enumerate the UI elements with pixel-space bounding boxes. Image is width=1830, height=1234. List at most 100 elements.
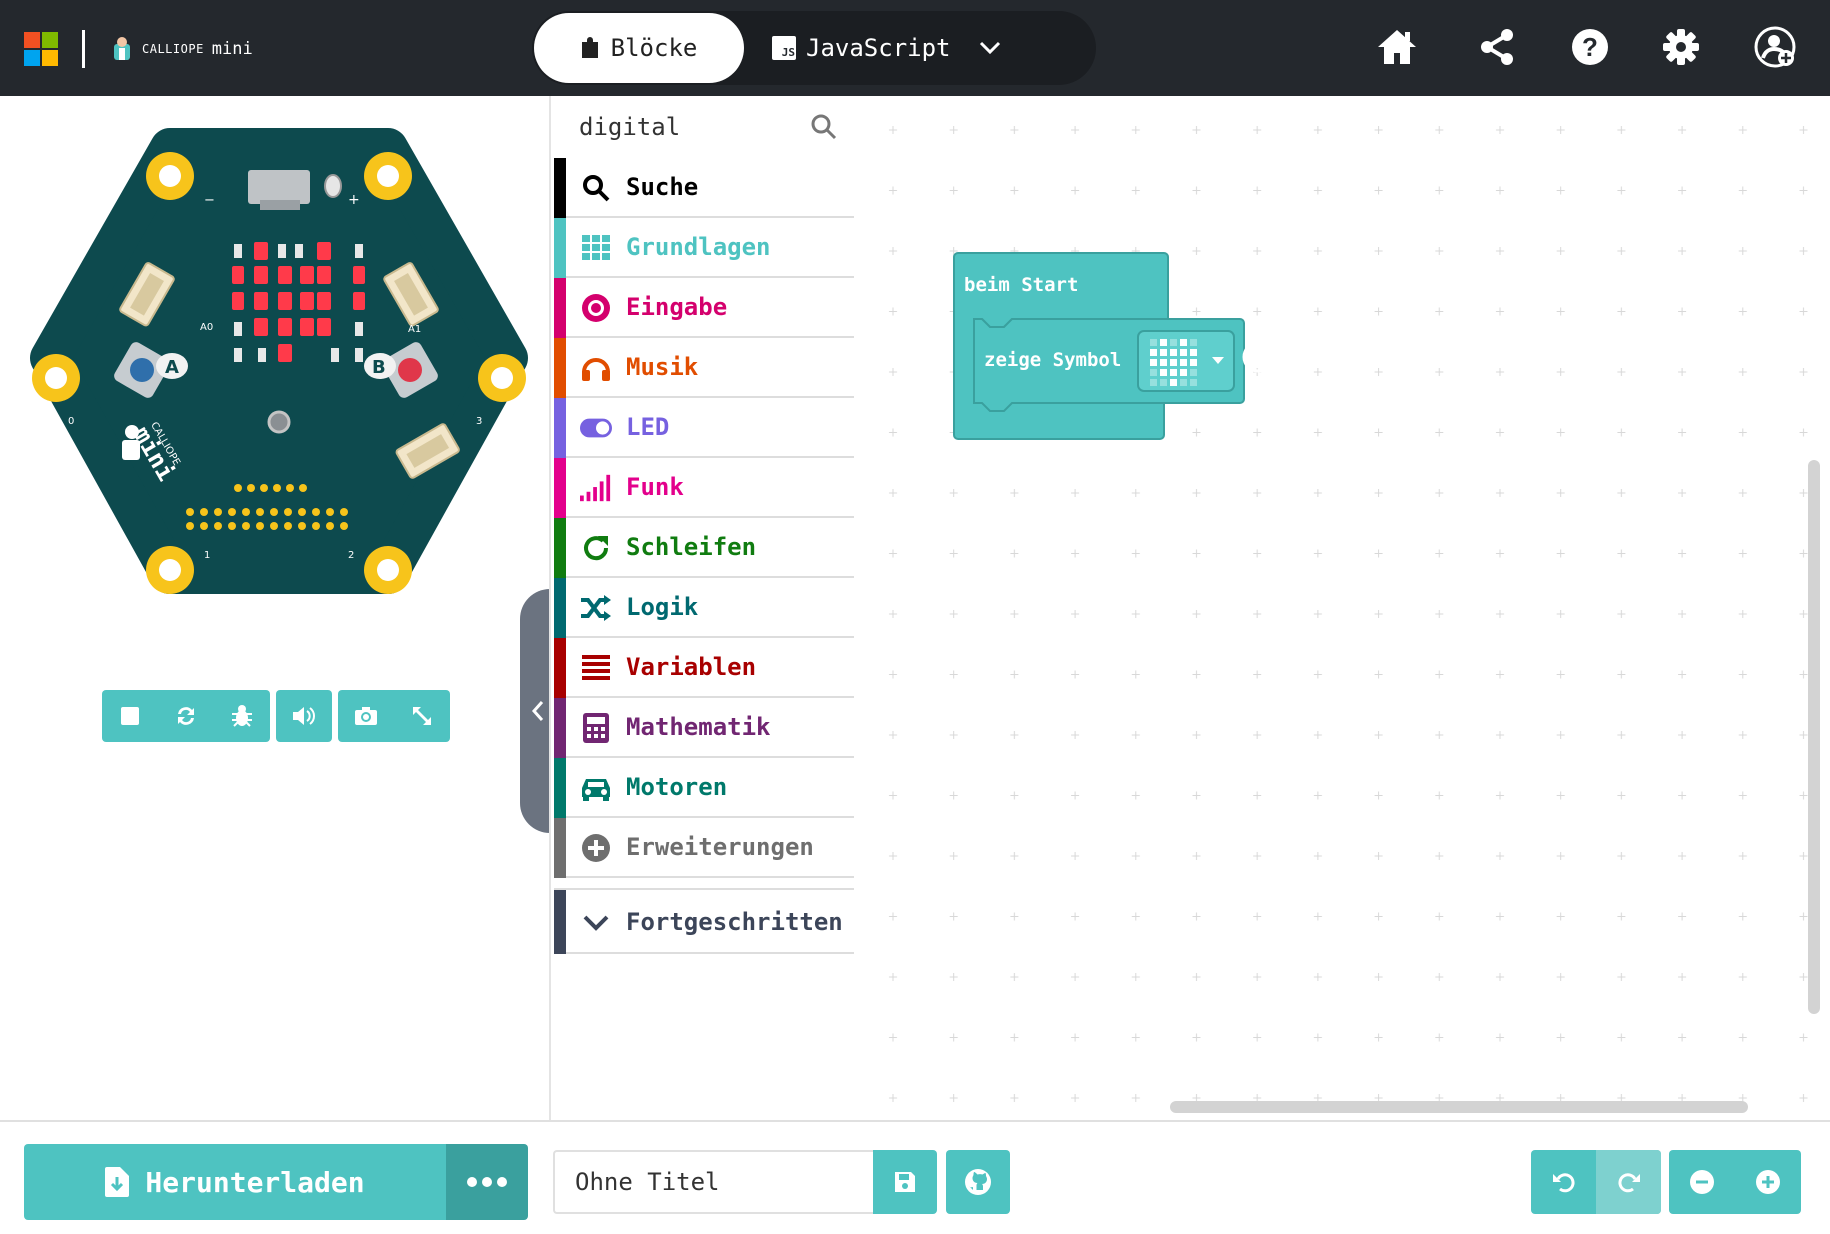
category-mathematik[interactable]: Mathematik [554,698,854,758]
redo-icon[interactable] [1596,1150,1661,1214]
category-label: Motoren [626,773,728,801]
toolbox: digital Suche Grundlagen Eingabe Musik L… [549,96,855,1122]
save-button[interactable] [873,1150,937,1214]
toolbox-search[interactable]: digital [551,96,855,158]
target-icon [580,292,612,324]
more-options-button[interactable] [446,1144,528,1220]
category-funk[interactable]: Funk [554,458,854,518]
signal-icon [580,472,612,504]
a1-label: A1 [408,324,421,335]
category-eingabe[interactable]: Eingabe [554,278,854,338]
on-start-block[interactable]: beim Start zeige Symbol [952,251,1292,451]
category-logik[interactable]: Logik [554,578,854,638]
list-icon [580,652,612,684]
category-suche[interactable]: Suche [554,158,854,218]
home-icon[interactable] [1374,24,1420,70]
show-icon-block[interactable]: zeige Symbol [973,318,1274,412]
chevron-down-icon[interactable] [979,41,1001,55]
svg-text:?: ? [1582,32,1598,62]
microsoft-logo[interactable] [24,32,58,66]
category-erweiterungen[interactable]: Erweiterungen [554,818,854,878]
category-variablen[interactable]: Variablen [554,638,854,698]
undo-icon[interactable] [1531,1150,1596,1214]
category-label: Musik [626,353,699,381]
calliope-logo-icon [114,37,130,60]
on-start-label: beim Start [964,274,1078,296]
debug-icon[interactable] [214,690,270,742]
stop-icon[interactable] [102,690,158,742]
tab-javascript[interactable]: JS JavaScript [772,13,1001,83]
editor-tabs: Blöcke JS JavaScript [532,11,1096,85]
brand-big-text: mini [211,39,253,59]
icon-dropdown[interactable] [1137,330,1235,392]
plus-circle-icon [580,832,612,864]
sim-view-group [338,690,450,742]
calculator-icon [580,712,612,744]
bottom-bar: Herunterladen [0,1120,1830,1234]
save-icon [895,1172,915,1192]
vertical-scrollbar[interactable] [1808,460,1820,1014]
github-button[interactable] [946,1150,1010,1214]
expand-block-icon[interactable] [1242,341,1274,373]
category-label: Variablen [626,653,757,681]
chevron-left-icon [531,701,544,721]
download-file-icon [105,1167,130,1197]
zoom-group [1669,1150,1801,1214]
download-button[interactable]: Herunterladen [24,1144,446,1220]
restart-icon[interactable] [158,690,214,742]
plus-label: + [348,192,360,208]
fullscreen-icon[interactable] [394,690,450,742]
help-icon[interactable]: ? [1567,24,1613,70]
a0-label: A0 [200,322,213,333]
show-icon-label: zeige Symbol [984,349,1121,371]
github-icon [965,1169,991,1195]
user-add-icon[interactable] [1752,24,1798,70]
refresh-icon [580,532,612,564]
tab-javascript-label: JavaScript [806,34,951,62]
screenshot-icon[interactable] [338,690,394,742]
settings-icon[interactable] [1658,24,1704,70]
button-a-label: A [165,357,179,378]
category-label: Suche [626,173,699,201]
category-schleifen[interactable]: Schleifen [554,518,854,578]
horizontal-scrollbar[interactable] [1170,1101,1748,1113]
category-fortgeschritten[interactable]: Fortgeschritten [554,888,854,954]
category-motoren[interactable]: Motoren [554,758,854,818]
pin1-label: 1 [204,550,210,561]
car-icon [580,772,612,804]
calliope-brand[interactable]: CALLIOPE mini [110,36,253,62]
undo-redo-group [1531,1150,1661,1214]
category-label: Funk [626,473,684,501]
workspace-grid [853,96,1830,1122]
share-icon[interactable] [1474,24,1520,70]
category-label: Logik [626,593,699,621]
category-label: Erweiterungen [626,833,814,861]
category-led[interactable]: LED [554,398,854,458]
grid-icon [580,232,612,264]
search-input[interactable]: digital [579,113,680,141]
puzzle-icon [581,37,598,58]
search-icon[interactable] [811,114,837,140]
button-b-label: B [372,357,386,378]
category-grundlagen[interactable]: Grundlagen [554,218,854,278]
sound-icon[interactable] [276,690,332,742]
headphones-icon [580,352,612,384]
download-label: Herunterladen [145,1165,365,1199]
category-musik[interactable]: Musik [554,338,854,398]
toggle-icon [580,412,612,444]
search-icon [580,172,612,204]
js-icon: JS [772,36,796,60]
zoom-in-icon[interactable] [1735,1150,1801,1214]
pin0-label: 0 [68,416,74,427]
project-title-input[interactable] [553,1150,873,1214]
category-label: LED [626,413,670,441]
top-bar: CALLIOPE mini Blöcke JS JavaScript ? [0,0,1830,96]
pin2-label: 2 [348,550,354,561]
zoom-out-icon[interactable] [1669,1150,1735,1214]
tab-blocks[interactable]: Blöcke [534,13,744,83]
brand-small-text: CALLIOPE [142,42,204,56]
category-label: Fortgeschritten [626,908,843,936]
category-label: Schleifen [626,533,757,561]
blocks-workspace[interactable] [853,96,1830,1122]
calliope-board[interactable]: − + A0 A1 A B CALLIOPE mini 0 1 2 3 [26,126,532,596]
